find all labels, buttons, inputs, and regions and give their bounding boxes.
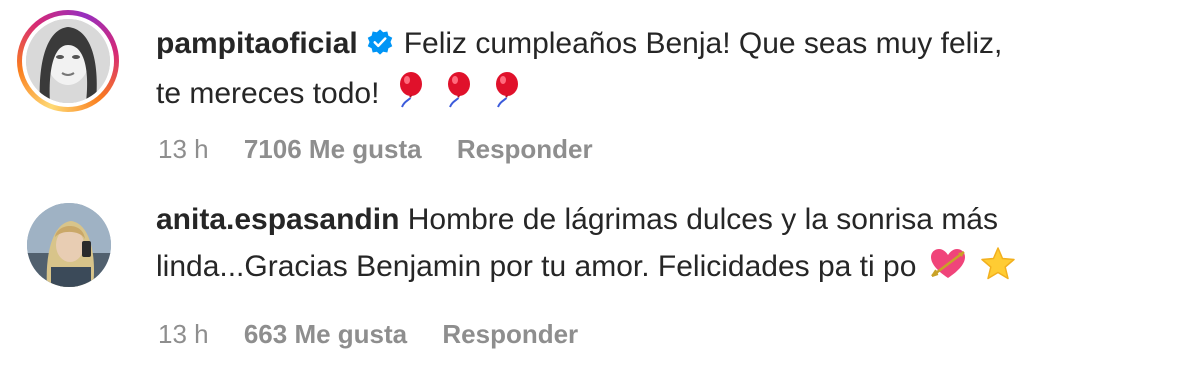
comment-text-block: anita.espasandin Hombre de lágrimas dulc… (156, 196, 1166, 296)
verified-badge-icon (366, 23, 394, 70)
comment-text-line-1: Hombre de lágrimas dulces y la sonrisa m… (407, 203, 998, 236)
avatar[interactable] (27, 203, 111, 287)
comment-text-block: pampitaoficial Feliz cumpleaños Benja! Qu… (156, 20, 1166, 123)
comment-meta: 13 h 7106 Me gusta Responder (158, 134, 621, 165)
comment-meta: 13 h 663 Me gusta Responder (158, 319, 606, 350)
avatar[interactable] (26, 19, 110, 103)
comment-text-line-2: linda...Gracias Benjamin por tu amor. Fe… (156, 250, 917, 283)
comment-username[interactable]: anita.espasandin (156, 203, 399, 236)
balloon-icon (487, 71, 523, 123)
heart-with-arrow-icon (928, 246, 968, 296)
comment-username[interactable]: pampitaoficial (156, 27, 358, 60)
comment-time[interactable]: 13 h (158, 319, 209, 349)
reply-button[interactable]: Responder (457, 134, 593, 164)
likes-count[interactable]: 7106 Me gusta (244, 134, 422, 164)
likes-count[interactable]: 663 Me gusta (244, 319, 407, 349)
comment-text-line-1: Feliz cumpleaños Benja! Que seas muy fel… (403, 27, 1003, 60)
comment-text-line-2: te mereces todo! (156, 77, 380, 110)
reply-button[interactable]: Responder (442, 319, 578, 349)
balloon-icon (391, 71, 427, 123)
avatar-story-ring[interactable] (17, 10, 119, 112)
comment-time[interactable]: 13 h (158, 134, 209, 164)
star-icon (980, 246, 1016, 296)
balloon-icon (439, 71, 475, 123)
